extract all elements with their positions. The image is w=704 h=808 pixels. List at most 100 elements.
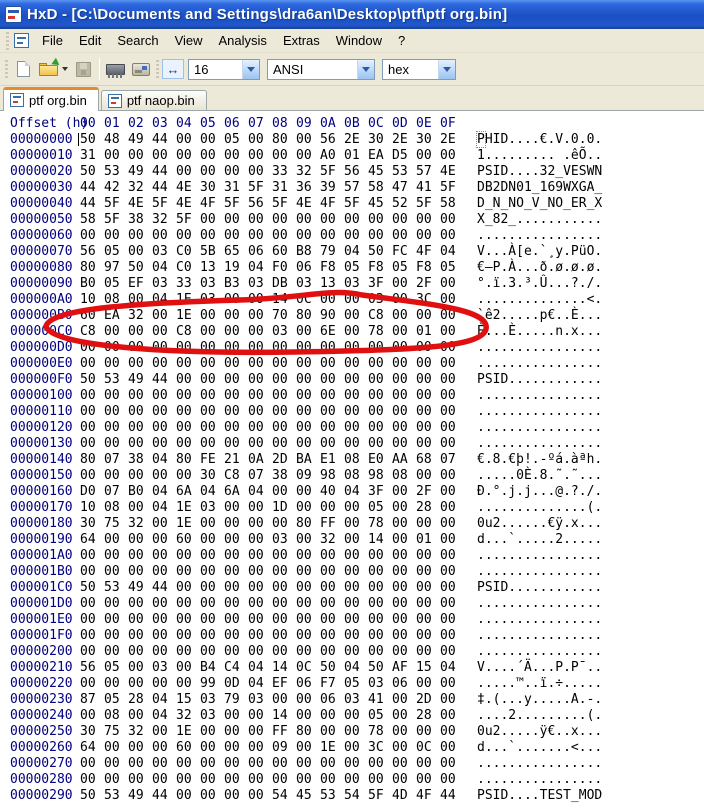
hex-byte[interactable]: 00 [80, 404, 104, 420]
hex-byte[interactable]: 00 [296, 420, 320, 436]
hex-byte[interactable]: 03 [344, 276, 368, 292]
hex-byte[interactable]: 00 [416, 756, 440, 772]
charset-select[interactable]: ANSI [267, 59, 375, 80]
hex-byte[interactable]: 00 [392, 228, 416, 244]
hex-byte[interactable]: F8 [368, 260, 392, 276]
hex-byte[interactable]: 06 [296, 260, 320, 276]
hex-byte[interactable]: 38 [272, 468, 296, 484]
hex-byte[interactable]: 00 [104, 596, 128, 612]
ascii-text[interactable]: PSID............ [477, 372, 602, 388]
ascii-text[interactable]: d...`.......<... [477, 740, 602, 756]
ascii-text[interactable]: DB2DN01_169WXGA_ [477, 180, 602, 196]
hex-byte[interactable]: 00 [416, 356, 440, 372]
hex-byte[interactable]: 03 [200, 708, 224, 724]
hex-byte[interactable]: 00 [200, 340, 224, 356]
hex-byte[interactable]: 03 [344, 692, 368, 708]
hex-byte[interactable]: 00 [128, 708, 152, 724]
hex-byte[interactable]: 49 [128, 164, 152, 180]
hex-byte[interactable]: 00 [200, 372, 224, 388]
hex-byte[interactable]: 01 [416, 532, 440, 548]
hex-byte[interactable]: 00 [248, 372, 272, 388]
hex-byte[interactable]: 1E [176, 308, 200, 324]
menu-extras[interactable]: Extras [275, 30, 328, 51]
hex-byte[interactable]: 00 [128, 244, 152, 260]
hex-byte[interactable]: 00 [416, 596, 440, 612]
hex-byte[interactable]: 00 [248, 516, 272, 532]
hex-byte[interactable]: 00 [128, 340, 152, 356]
hex-byte[interactable]: 00 [344, 372, 368, 388]
hex-byte[interactable]: 00 [296, 628, 320, 644]
hex-byte[interactable]: 00 [416, 228, 440, 244]
hex-byte[interactable]: 00 [440, 756, 464, 772]
hex-byte[interactable]: 80 [296, 308, 320, 324]
hex-byte[interactable]: 54 [344, 788, 368, 804]
hex-byte[interactable]: 00 [248, 356, 272, 372]
hex-byte[interactable]: FC [392, 244, 416, 260]
hex-byte[interactable]: 00 [344, 612, 368, 628]
hex-byte[interactable]: 04 [440, 244, 464, 260]
hex-byte[interactable]: 00 [320, 724, 344, 740]
hex-byte[interactable]: 07 [248, 468, 272, 484]
hex-byte[interactable]: 00 [440, 548, 464, 564]
hex-byte[interactable]: 00 [272, 580, 296, 596]
hex-byte[interactable]: 00 [248, 644, 272, 660]
hex-byte[interactable]: 00 [392, 404, 416, 420]
open-disk-button[interactable] [128, 57, 153, 82]
hex-byte[interactable]: 00 [128, 324, 152, 340]
hex-byte[interactable]: 05 [224, 132, 248, 148]
hex-byte[interactable]: 00 [440, 148, 464, 164]
hex-byte[interactable]: 00 [392, 596, 416, 612]
hex-byte[interactable]: 00 [248, 420, 272, 436]
hex-byte[interactable]: 00 [296, 532, 320, 548]
hex-byte[interactable]: 00 [344, 532, 368, 548]
ascii-text[interactable]: PHID....€.V.0.0. [477, 132, 602, 148]
hex-byte[interactable]: 32 [128, 724, 152, 740]
hex-byte[interactable]: 00 [368, 564, 392, 580]
chevron-down-icon[interactable] [242, 60, 259, 79]
hex-byte[interactable]: 00 [176, 436, 200, 452]
menu-edit[interactable]: Edit [71, 30, 109, 51]
hex-byte[interactable]: 00 [128, 628, 152, 644]
hex-byte[interactable]: 0D [224, 676, 248, 692]
ascii-text[interactable]: ................ [477, 436, 602, 452]
hex-byte[interactable]: 00 [152, 388, 176, 404]
hex-byte[interactable]: 14 [272, 708, 296, 724]
hex-byte[interactable]: 00 [416, 436, 440, 452]
hex-byte[interactable]: 00 [80, 420, 104, 436]
hex-byte[interactable]: 06 [248, 244, 272, 260]
hex-byte[interactable]: 00 [176, 596, 200, 612]
hex-byte[interactable]: 32 [176, 708, 200, 724]
hex-byte[interactable]: 00 [296, 596, 320, 612]
hex-byte[interactable]: 00 [248, 708, 272, 724]
hex-byte[interactable]: 13 [320, 276, 344, 292]
ascii-text[interactable]: X_82_........... [477, 212, 602, 228]
hex-byte[interactable]: 2E [392, 132, 416, 148]
hex-byte[interactable]: 56 [248, 196, 272, 212]
hex-byte[interactable]: 00 [200, 580, 224, 596]
hex-byte[interactable]: 4E [176, 196, 200, 212]
hex-byte[interactable]: 1E [176, 500, 200, 516]
ascii-text[interactable]: .....0È.8.˜.˜... [477, 468, 602, 484]
hex-byte[interactable]: 38 [128, 212, 152, 228]
hex-byte[interactable]: 00 [392, 580, 416, 596]
hex-byte[interactable]: 00 [224, 532, 248, 548]
hex-byte[interactable]: 00 [272, 772, 296, 788]
hex-byte[interactable]: 00 [224, 548, 248, 564]
hex-byte[interactable]: FF [320, 516, 344, 532]
hex-byte[interactable]: 00 [416, 388, 440, 404]
hex-byte[interactable]: 01 [416, 324, 440, 340]
hex-byte[interactable]: 00 [200, 324, 224, 340]
hex-byte[interactable]: 00 [224, 788, 248, 804]
hex-byte[interactable]: 00 [104, 548, 128, 564]
hex-byte[interactable]: 00 [440, 228, 464, 244]
hex-byte[interactable]: 98 [368, 468, 392, 484]
hex-byte[interactable]: 05 [104, 276, 128, 292]
hex-byte[interactable]: 00 [248, 756, 272, 772]
hex-byte[interactable]: 00 [80, 644, 104, 660]
hex-byte[interactable]: 00 [296, 564, 320, 580]
hex-byte[interactable]: 60 [176, 532, 200, 548]
hex-byte[interactable]: 00 [272, 692, 296, 708]
hex-byte[interactable]: 4F [416, 788, 440, 804]
hex-byte[interactable]: 53 [104, 164, 128, 180]
hex-byte[interactable]: 28 [128, 692, 152, 708]
